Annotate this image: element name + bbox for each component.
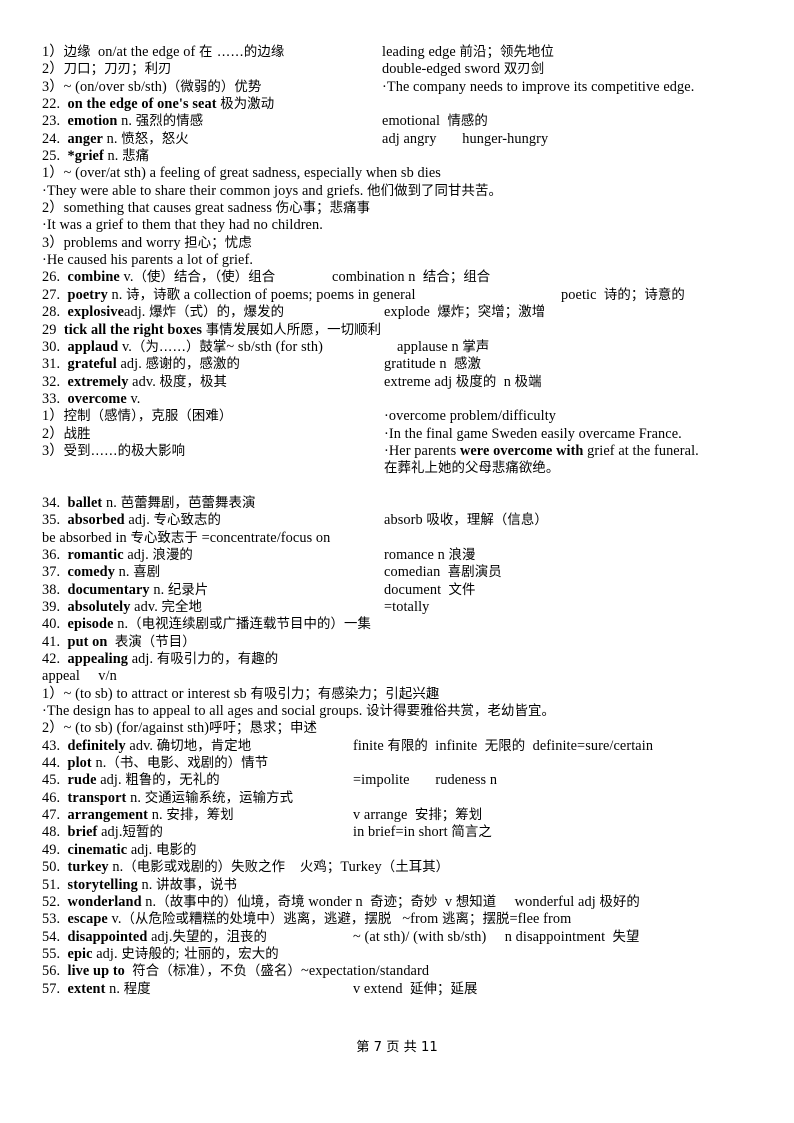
text-line: 56. live up to 符合（标准），不负（盛名）~expectation… [42,963,430,980]
line-right-text: extreme adj 极度的 n 极端 [384,373,542,390]
text-line: 在葬礼上她的父母悲痛欲绝。 [42,460,774,477]
line-right-text: in brief=in short 简言之 [353,824,492,841]
line-right-text: ·The company needs to improve its compet… [382,78,695,95]
line-number-label: 1） [42,44,64,60]
text-line: 41. put on 表演（节目） [42,633,196,650]
text-line: 47. arrangement n. 安排，筹划 v arrange 安排；筹划 [42,807,483,824]
line-right-text: absorb 吸收，理解（信息） [384,512,548,529]
text-line: 3）受到……的极大影响 ·Her parents were overcome w… [42,442,699,459]
line-right-text: v arrange 安排；筹划 [353,807,483,824]
text-line: 36. romantic adj. 浪漫的 romance n 浪漫 [42,546,476,563]
text-line: appeal v/n [42,668,117,685]
line-right-text: leading edge 前沿；领先地位 [382,44,554,60]
text-line: 48. brief adj.短暂的 in brief=in short 简言之 [42,824,492,841]
text-line: ·He caused his parents a lot of grief. [42,252,254,269]
text-line: 34. ballet n. 芭蕾舞剧，芭蕾舞表演 [42,494,256,511]
line-right-text: combination n 结合；组合 [332,269,491,286]
line-right-text: gratitude n 感激 [384,356,481,373]
text-line: 52. wonderland n.（故事中的）仙境，奇境 wonder n 奇迹… [42,893,640,910]
text-line: 50. turkey n.（电影或戏剧的）失败之作 火鸡；Turkey（土耳其） [42,859,450,876]
text-line: 1）~ (over/at sth) a feeling of great sad… [42,165,441,182]
text-line: 25. *grief n. 悲痛 [42,148,150,165]
text-line: 24. anger n. 愤怒，怒火 adj angry hunger-hung… [42,130,549,147]
page-footer-text: 第 7 页 共 11 [356,1040,438,1055]
line-right-text: finite 有限的 infinite 无限的 definite=sure/ce… [353,737,654,754]
text-line: 2）~ (to sb) (for/against sth)呼吁；恳求；申述 [42,720,318,737]
text-line: 1）~ (to sb) to attract or interest sb 有吸… [42,685,440,702]
text-line: 37. comedy n. 喜剧 comedian 喜剧演员 [42,564,502,581]
line-right-text: adj angry hunger-hungry [382,130,549,147]
line-right-text: explode 爆炸；突增；激增 [384,304,546,321]
text-line: 3）~ (on/over sb/sth)（微弱的）优势 ·The company… [42,78,695,95]
line-right-text: ·Her parents were overcome with grief at… [384,442,699,459]
text-line: 43. definitely adv. 确切地，肯定地 finite 有限的 i… [42,737,654,754]
text-line: 30. applaud v.（为……）鼓掌~ sb/sth (for sth) … [42,338,490,355]
line-right-text: ·In the final game Sweden easily overcam… [384,425,682,442]
line-right-text: v extend 延伸；延展 [353,980,478,997]
line-right-text: double-edged sword 双刃剑 [382,61,545,78]
text-line: ·It was a grief to them that they had no… [42,217,323,234]
line-right-text: comedian 喜剧演员 [384,564,502,581]
text-line: 23. emotion n. 强烈的情感 emotional 情感的 [42,113,488,130]
text-line: 33. overcome v. [42,390,141,407]
text-line: 28. explosiveadj. 爆炸（式）的，爆发的 explode 爆炸；… [42,304,546,321]
text-line: ·They were able to share their common jo… [42,182,502,199]
line-right-text: 在葬礼上她的父母悲痛欲绝。 [384,461,560,477]
text-line: 27. poetry n. 诗，诗歌 a collection of poems… [42,286,685,303]
document-page: 1）边缘 on/at the edge of 在 ……的边缘 leading e… [0,0,794,1123]
line-right-text: emotional 情感的 [382,113,488,130]
text-line: 40. episode n.（电视连续剧或广播连载节目中的）一集 [42,616,371,633]
text-line: 26. combine v.（使）结合，（使）组合 combination n … [42,269,491,286]
text-line: 51. storytelling n. 讲故事，说书 [42,876,238,893]
text-line: 42. appealing adj. 有吸引力的，有趣的 [42,651,279,668]
text-line: ·The design has to appeal to all ages an… [42,703,555,720]
text-line: 44. plot n.（书、电影、戏剧的）情节 [42,755,269,772]
page-footer: 第 7 页 共 11 [0,1036,794,1055]
text-line: 57. extent n. 程度 v extend 延伸；延展 [42,980,478,997]
text-line: 31. grateful adj. 感谢的，感激的 gratitude n 感激 [42,356,481,373]
text-line: 46. transport n. 交通运输系统，运输方式 [42,789,294,806]
text-line: 2）something that causes great sadness 伤心… [42,200,371,217]
text-line: 29 tick all the right boxes 事情发展如人所愿，一切顺… [42,321,382,338]
text-line: 2）刀口；刀刃；利刃 double-edged sword 双刃剑 [42,61,545,78]
text-line: 38. documentary n. 纪录片 document 文件 [42,581,476,598]
text-line: 55. epic adj. 史诗般的; 壮丽的，宏大的 [42,945,279,962]
text-line: 53. escape v.（从危险或糟糕的处境中）逃离，逃避，摆脱 ~from … [42,911,572,928]
line-right-text: applause n 掌声 [397,338,490,355]
text-line: 22. on the edge of one's seat 极为激动 [42,96,275,113]
text-line: 54. disappointed adj.失望的，沮丧的 ~ (at sth)/… [42,928,640,945]
text-line: 39. absolutely adv. 完全地 =totally [42,599,430,615]
line-right-text: ·overcome problem/difficulty [384,408,557,425]
text-line: 1）控制（感情），克服（困难） ·overcome problem/diffic… [42,408,557,425]
line-right-text: document 文件 [384,581,476,598]
text-line: 2）战胜 ·In the final game Sweden easily ov… [42,425,682,442]
line-right-text: =totally [384,599,430,615]
line-right-text: romance n 浪漫 [384,546,476,563]
line-right-text: =impolite rudeness n [353,772,498,789]
text-line: 1）边缘 on/at the edge of 在 ……的边缘 leading e… [42,44,554,60]
text-line: 3）problems and worry 担心；忧虑 [42,234,252,251]
text-line: 35. absorbed adj. 专心致志的 absorb 吸收，理解（信息） [42,512,548,529]
line-text: 边缘 [63,45,91,60]
text-line: 32. extremely adv. 极度，极其 extreme adj 极度的… [42,373,542,390]
line-right-text: poetic 诗的；诗意的 [561,286,685,303]
text-line: 45. rude adj. 粗鲁的，无礼的 =impolite rudeness… [42,772,498,789]
text-line: 49. cinematic adj. 电影的 [42,841,197,858]
text-line: be absorbed in 专心致志于 =concentrate/focus … [42,529,331,546]
line-right-text: ~ (at sth)/ (with sb/sth) n disappointme… [353,928,640,945]
